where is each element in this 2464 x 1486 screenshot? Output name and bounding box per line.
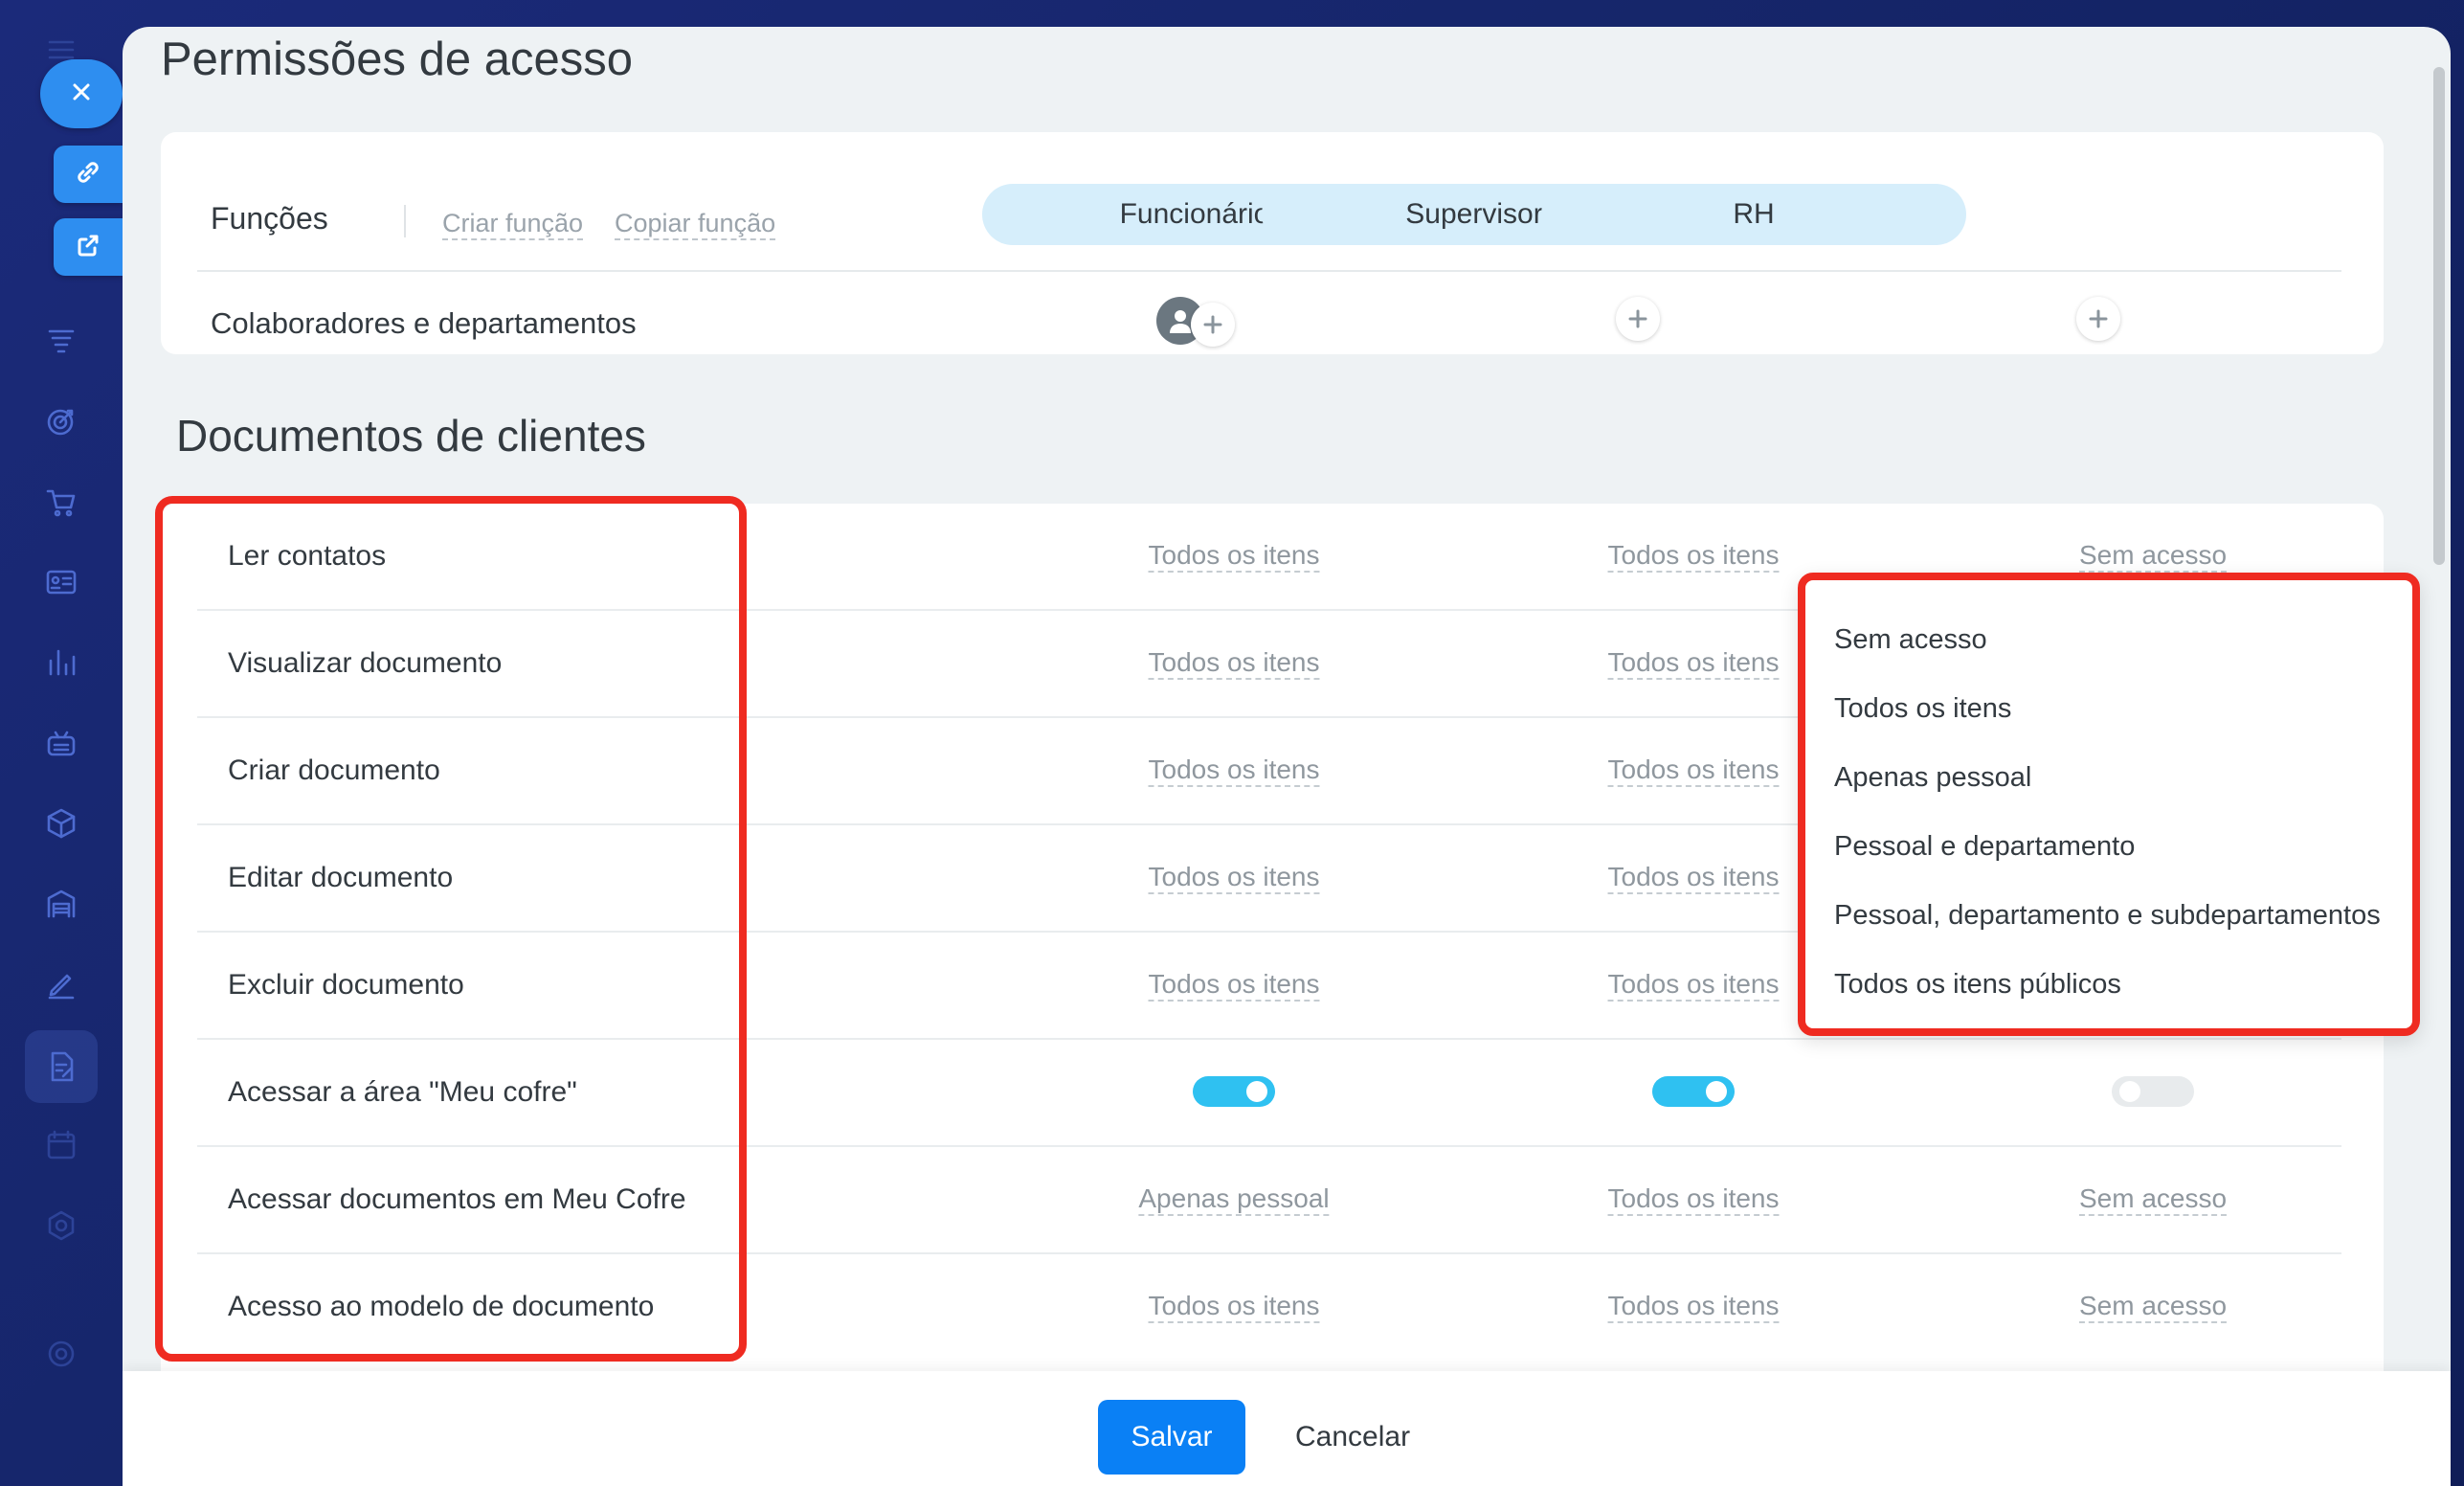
add-collaborator-button-rh[interactable] [2076,297,2120,341]
scrollbar[interactable] [2433,67,2445,565]
settings-icon[interactable] [40,1333,82,1375]
dropdown-option[interactable]: Sem acesso [1834,624,1987,656]
roles-label: Funções [211,201,328,236]
document-sign-icon[interactable] [25,1030,98,1103]
permission-value-supervisor[interactable]: Todos os itens [1607,862,1780,894]
permission-value-supervisor[interactable]: Todos os itens [1607,969,1780,1002]
permission-value-supervisor[interactable]: Todos os itens [1607,754,1780,787]
bar-chart-icon[interactable] [40,642,82,684]
roles-card: Funções Criar função Copiar função Funci… [161,132,2384,354]
permission-value-supervisor[interactable]: Todos os itens [1607,647,1780,680]
access-level-dropdown: Sem acesso Todos os itens Apenas pessoal… [1798,573,2420,1036]
plus-icon [1628,309,1647,328]
permission-value-funcionario[interactable]: Todos os itens [1148,647,1320,680]
box-icon[interactable] [40,802,82,844]
role-chip-rh[interactable]: RH [1541,184,1966,245]
dropdown-option[interactable]: Apenas pessoal [1834,762,2031,794]
contact-card-icon[interactable] [40,561,82,603]
divider [404,205,406,237]
footer-bar: Salvar Cancelar [123,1371,2451,1486]
permission-value-supervisor[interactable]: Todos os itens [1607,1291,1780,1323]
copy-link-button[interactable] [54,146,123,203]
highlight-box [155,496,747,1362]
permission-value-funcionario[interactable]: Apenas pessoal [1138,1183,1330,1216]
create-role-link[interactable]: Criar função [442,209,584,240]
add-collaborator-button-funcionario[interactable] [1191,303,1235,347]
section-title: Documentos de clientes [176,411,646,461]
permission-value-rh[interactable]: Sem acesso [2078,540,2228,573]
permission-value-funcionario[interactable]: Todos os itens [1148,754,1320,787]
close-button[interactable] [40,59,123,128]
target-icon[interactable] [40,400,82,442]
divider [197,270,2341,272]
warehouse-icon[interactable] [40,883,82,925]
funnel-icon[interactable] [40,320,82,362]
dropdown-option[interactable]: Todos os itens [1834,693,2011,725]
permission-value-funcionario[interactable]: Todos os itens [1148,862,1320,894]
toggle-rh[interactable] [2112,1076,2194,1107]
close-icon [65,76,98,113]
plus-icon [1203,315,1222,334]
page-title: Permissões de acesso [161,34,633,85]
toggle-supervisor[interactable] [1652,1076,1735,1107]
cancel-button[interactable]: Cancelar [1295,1421,1410,1453]
external-link-icon [72,229,104,266]
add-collaborator-button-supervisor[interactable] [1616,297,1660,341]
collaborators-label: Colaboradores e departamentos [211,306,637,340]
permission-value-funcionario[interactable]: Todos os itens [1148,1291,1320,1323]
cart-icon[interactable] [40,481,82,523]
hexagon-icon[interactable] [40,1205,82,1247]
toggle-knob [1706,1081,1727,1102]
calendar-icon[interactable] [40,1124,82,1166]
app-sidebar [0,0,123,1486]
toggle-funcionario[interactable] [1193,1076,1275,1107]
permission-value-rh[interactable]: Sem acesso [2078,1183,2228,1216]
pen-icon[interactable] [40,963,82,1005]
permission-value-rh[interactable]: Sem acesso [2078,1291,2228,1323]
toggle-knob [1246,1081,1267,1102]
permission-value-supervisor[interactable]: Todos os itens [1607,540,1780,573]
dropdown-option[interactable]: Pessoal e departamento [1834,831,2135,863]
dropdown-option[interactable]: Pessoal, departamento e subdepartamentos [1834,900,2381,932]
link-icon [72,156,104,193]
toggle-knob [2119,1081,2140,1102]
robot-icon[interactable] [40,722,82,764]
dropdown-option[interactable]: Todos os itens públicos [1834,969,2121,1001]
save-button[interactable]: Salvar [1098,1400,1245,1475]
plus-icon [2089,309,2108,328]
permission-value-funcionario[interactable]: Todos os itens [1148,540,1320,573]
permission-value-funcionario[interactable]: Todos os itens [1148,969,1320,1002]
copy-role-link[interactable]: Copiar função [615,209,776,240]
permission-value-supervisor[interactable]: Todos os itens [1607,1183,1780,1216]
open-new-window-button[interactable] [54,218,123,276]
